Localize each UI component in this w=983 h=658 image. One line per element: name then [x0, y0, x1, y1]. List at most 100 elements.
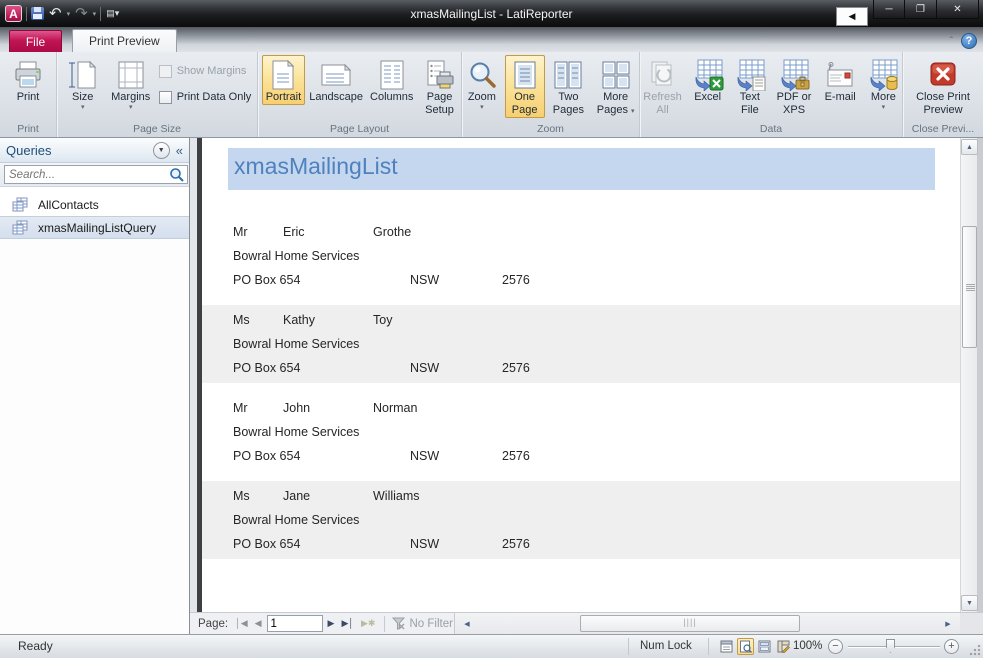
design-view-icon[interactable] [775, 638, 792, 655]
scroll-down-icon[interactable]: ▼ [961, 595, 978, 611]
help-icon[interactable]: ? [961, 33, 977, 49]
search-icon[interactable] [169, 167, 185, 183]
filter-icon [392, 617, 405, 630]
last-name: Williams [373, 489, 420, 503]
page-setup-button[interactable]: Page Setup [418, 55, 461, 118]
group-page-layout: Portrait Landscape [258, 52, 462, 137]
postcode: 2576 [502, 361, 530, 375]
export-email-button[interactable]: E-mail [819, 55, 862, 105]
state: NSW [410, 449, 439, 463]
last-name: Norman [373, 401, 417, 415]
minimize-ribbon-icon[interactable]: ˆ [950, 36, 953, 47]
save-icon[interactable] [31, 7, 44, 20]
nav-pane-header[interactable]: Queries ▼ « [0, 138, 189, 163]
redo-icon: ↷ [74, 7, 89, 20]
undo-icon[interactable]: ↶ [48, 7, 63, 20]
print-data-only-checkbox[interactable]: Print Data Only [159, 87, 252, 107]
horizontal-scrollbar[interactable]: ◀ ▶ [455, 613, 960, 634]
next-page-icon[interactable]: ▶ [326, 618, 337, 629]
print-button[interactable]: Print [4, 55, 52, 105]
vertical-scroll-thumb[interactable] [962, 226, 977, 348]
current-page-input[interactable] [267, 615, 323, 632]
page-setup-icon [425, 58, 455, 91]
last-name: Toy [373, 313, 392, 327]
record-row: Ms Jane Williams Bowral Home Services PO… [202, 481, 960, 559]
more-pages-button[interactable]: More Pages ▾ [592, 55, 639, 118]
export-excel-button[interactable]: Excel [688, 55, 727, 105]
access-app-icon[interactable]: A [5, 5, 22, 22]
first-name: Kathy [283, 313, 315, 327]
one-page-button[interactable]: One Page [505, 55, 545, 118]
shutter-bar-close-icon[interactable]: « [176, 143, 183, 158]
separator [628, 638, 629, 655]
portrait-button[interactable]: Portrait [262, 55, 305, 105]
postcode: 2576 [502, 449, 530, 463]
more-dropdown-icon: ▾ [882, 104, 886, 112]
checkbox-icon[interactable] [159, 91, 172, 104]
group-data: Refresh All Excel [640, 52, 903, 137]
horizontal-scroll-thumb[interactable] [580, 615, 800, 632]
separator [384, 616, 385, 632]
checkbox-icon [159, 65, 172, 78]
close-print-preview-button[interactable]: Close Print Preview [907, 55, 979, 118]
company: Bowral Home Services [233, 513, 359, 527]
record-row: Ms Kathy Toy Bowral Home Services PO Box… [202, 305, 960, 383]
print-preview-area: xmasMailingList Mr Eric Grothe Bowral Ho… [190, 138, 983, 612]
scroll-right-icon[interactable]: ▶ [940, 615, 956, 632]
vertical-scrollbar[interactable]: ▲ ▼ [960, 138, 977, 612]
zoom-in-icon[interactable]: + [944, 639, 959, 654]
two-pages-button[interactable]: Two Pages [548, 55, 590, 118]
undo-dropdown-icon[interactable]: ▾ [67, 10, 71, 18]
group-label-print: Print [0, 122, 56, 137]
maximize-button[interactable]: ❐ [905, 0, 937, 19]
customize-qat-icon[interactable]: ▤▾ [105, 7, 120, 20]
search-input[interactable] [5, 168, 169, 182]
nav-pane-menu-icon[interactable]: ▼ [153, 142, 170, 159]
nav-pane-empty-area [0, 239, 189, 634]
refresh-all-icon [649, 58, 677, 91]
export-pdf-xps-button[interactable]: PDF or XPS [772, 55, 815, 118]
print-preview-view-icon[interactable] [737, 638, 754, 655]
tab-file[interactable]: File [9, 30, 62, 52]
first-page-icon[interactable]: │◀ [233, 618, 250, 629]
columns-button[interactable]: Columns [367, 55, 416, 105]
scroll-left-icon[interactable]: ◀ [459, 615, 475, 632]
margins-dropdown-icon: ▾ [129, 104, 133, 112]
last-page-icon[interactable]: ▶│ [339, 618, 356, 629]
landscape-button[interactable]: Landscape [307, 55, 365, 105]
zoom-button[interactable]: Zoom ▾ [462, 55, 502, 113]
close-button[interactable]: ✕ [937, 0, 979, 19]
margins-icon [117, 58, 145, 91]
export-more-button[interactable]: More ▾ [865, 55, 902, 113]
size-button[interactable]: Size ▾ [63, 55, 103, 113]
group-label-zoom: Zoom [462, 122, 639, 137]
separator [708, 638, 709, 655]
salutation: Ms [233, 489, 250, 503]
window-controls: ─ ❐ ✕ [873, 0, 979, 19]
record-row: Mr John Norman Bowral Home Services PO B… [202, 393, 960, 471]
zoom-slider-thumb[interactable] [886, 639, 895, 653]
scroll-up-icon[interactable]: ▲ [961, 139, 978, 155]
state: NSW [410, 537, 439, 551]
address: PO Box 654 [233, 537, 300, 551]
more-pages-icon [601, 58, 631, 91]
nav-item-xmasmailinglistquery[interactable]: xmasMailingListQuery [0, 216, 189, 239]
scroll-left-button[interactable]: ◀ [836, 7, 868, 26]
show-margins-checkbox: Show Margins [159, 61, 252, 81]
resize-grip[interactable] [969, 644, 981, 656]
report-view-icon[interactable] [718, 638, 735, 655]
address: PO Box 654 [233, 361, 300, 375]
tab-print-preview[interactable]: Print Preview [72, 29, 177, 52]
zoom-icon [467, 58, 497, 91]
minimize-button[interactable]: ─ [873, 0, 905, 19]
previous-page-icon[interactable]: ◀ [253, 618, 264, 629]
last-name: Grothe [373, 225, 411, 239]
group-label-data: Data [640, 122, 902, 137]
zoom-percentage: 100% [793, 640, 822, 652]
export-text-file-button[interactable]: Text File [730, 55, 769, 118]
nav-item-allcontacts[interactable]: AllContacts [0, 193, 189, 216]
margins-button[interactable]: Margins ▾ [107, 55, 155, 113]
layout-view-icon[interactable] [756, 638, 773, 655]
ribbon: Print Print Size ▾ [0, 52, 983, 138]
zoom-out-icon[interactable]: − [828, 639, 843, 654]
